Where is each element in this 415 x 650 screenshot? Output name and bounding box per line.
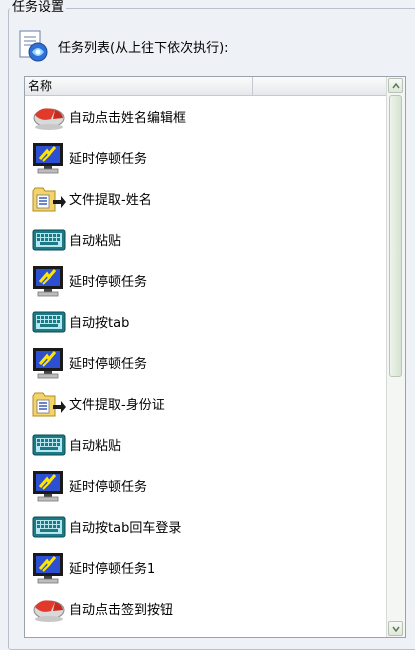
task-row[interactable]: 自动按tab回车登录 xyxy=(25,506,387,547)
vertical-scrollbar[interactable] xyxy=(386,77,405,637)
task-row[interactable]: 延时停顿任务 xyxy=(25,342,387,383)
task-label: 文件提取-姓名 xyxy=(69,193,152,208)
keyboard-icon xyxy=(31,510,67,544)
monitor-delay-icon xyxy=(31,346,67,380)
task-row[interactable]: 延时停顿任务 xyxy=(25,465,387,506)
task-row[interactable]: 文件提取-身份证 xyxy=(25,383,387,424)
task-label: 延时停顿任务 xyxy=(69,480,148,495)
task-list[interactable]: 名称 自动点击姓名编辑框 延时停顿任务 文件提取-姓名 自动粘贴 延时停顿任务 … xyxy=(24,76,406,638)
mouse-icon xyxy=(31,592,67,626)
task-row[interactable]: 自动按tab xyxy=(25,301,387,342)
task-label: 文件提取-身份证 xyxy=(69,398,165,413)
task-row[interactable]: 延时停顿任务1 xyxy=(25,547,387,588)
task-row[interactable]: 延时停顿任务 xyxy=(25,260,387,301)
task-label: 延时停顿任务1 xyxy=(69,562,156,577)
task-label: 自动按tab xyxy=(69,316,130,331)
column-header: 名称 xyxy=(25,77,387,96)
task-label: 延时停顿任务 xyxy=(69,152,148,167)
task-label: 自动粘贴 xyxy=(69,234,122,249)
monitor-delay-icon xyxy=(31,141,67,175)
task-label: 延时停顿任务 xyxy=(69,275,148,290)
file-extract-icon xyxy=(31,387,67,421)
task-rows: 自动点击姓名编辑框 延时停顿任务 文件提取-姓名 自动粘贴 延时停顿任务 自动按… xyxy=(25,96,387,637)
monitor-delay-icon xyxy=(31,469,67,503)
scroll-down-button[interactable] xyxy=(388,621,403,636)
task-row[interactable]: 自动粘贴 xyxy=(25,219,387,260)
scroll-up-button[interactable] xyxy=(388,78,403,93)
file-extract-icon xyxy=(31,182,67,216)
mouse-icon xyxy=(31,100,67,134)
task-row[interactable]: 自动点击姓名编辑框 xyxy=(25,96,387,137)
task-list-header: 任务列表(从上往下依次执行): xyxy=(16,28,229,64)
keyboard-icon xyxy=(31,305,67,339)
keyboard-icon xyxy=(31,428,67,462)
scroll-thumb[interactable] xyxy=(389,95,402,377)
task-label: 自动点击姓名编辑框 xyxy=(69,111,187,126)
task-list-label: 任务列表(从上往下依次执行): xyxy=(58,40,229,56)
task-row[interactable]: 自动粘贴 xyxy=(25,424,387,465)
group-title: 任务设置 xyxy=(10,0,67,16)
task-list-icon xyxy=(16,29,50,63)
task-label: 自动按tab回车登录 xyxy=(69,521,182,536)
column-header-name[interactable]: 名称 xyxy=(25,77,253,95)
task-row[interactable]: 延时停顿任务 xyxy=(25,137,387,178)
monitor-delay-icon xyxy=(31,551,67,585)
chevron-down-icon xyxy=(392,626,400,632)
chevron-up-icon xyxy=(392,83,400,89)
task-label: 自动点击签到按钮 xyxy=(69,603,174,618)
monitor-delay-icon xyxy=(31,264,67,298)
task-row[interactable]: 文件提取-姓名 xyxy=(25,178,387,219)
task-label: 自动粘贴 xyxy=(69,439,122,454)
column-header-blank[interactable] xyxy=(254,77,387,95)
task-row[interactable]: 自动点击签到按钮 xyxy=(25,588,387,629)
task-label: 延时停顿任务 xyxy=(69,357,148,372)
keyboard-icon xyxy=(31,223,67,257)
